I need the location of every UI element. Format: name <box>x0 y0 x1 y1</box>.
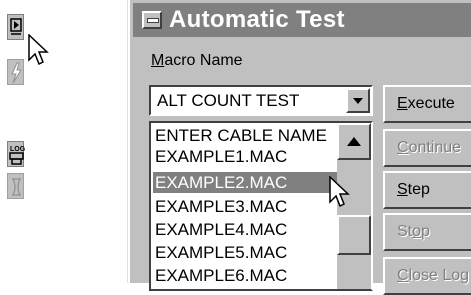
spool-icon <box>12 178 21 196</box>
run-script-icon <box>10 18 22 35</box>
scroll-thumb[interactable] <box>337 215 371 255</box>
continue-label: ontinue <box>408 139 462 156</box>
lightning-icon <box>11 62 22 84</box>
list-item-selected[interactable]: EXAMPLE2.MAC <box>153 172 339 193</box>
macro-name-hotkey: M <box>151 52 165 69</box>
macro-name-label: Macro Name <box>151 52 243 70</box>
log-printer-icon: LOG <box>9 146 25 165</box>
list-item[interactable]: EXAMPLE5.MAC <box>153 242 339 263</box>
spool-button[interactable] <box>7 173 24 199</box>
macro-name-label-text: acro Name <box>164 52 243 69</box>
mouse-pointer-icon <box>28 34 49 66</box>
dropdown-button[interactable] <box>346 88 370 113</box>
title-bar[interactable]: Automatic Test <box>133 3 471 37</box>
execute-button[interactable]: Execute <box>383 85 471 123</box>
step-label: tep <box>407 181 430 198</box>
execute-label: xecute <box>407 95 455 112</box>
scroll-up-button[interactable] <box>337 123 371 160</box>
close-log-button[interactable]: Close Log <box>383 257 471 295</box>
automatic-test-window: Automatic Test Macro Name ALT COUNT TEST… <box>128 0 471 295</box>
run-script-button[interactable] <box>7 14 24 40</box>
list-item[interactable]: EXAMPLE3.MAC <box>153 196 339 217</box>
stop-button[interactable]: Stop <box>383 213 471 251</box>
list-item[interactable]: ENTER CABLE NAME <box>153 125 339 146</box>
step-hotkey: S <box>397 181 408 198</box>
continue-hotkey: C <box>397 139 409 156</box>
close-log-label: lose Log <box>408 267 470 284</box>
system-menu-icon[interactable] <box>142 11 162 29</box>
execute-hotkey: E <box>397 95 408 112</box>
macro-list[interactable]: ENTER CABLE NAME EXAMPLE1.MAC EXAMPLE2.M… <box>149 121 373 291</box>
dropdown-arrow-icon <box>353 98 363 104</box>
list-item[interactable]: EXAMPLE1.MAC <box>153 146 339 167</box>
lightning-button[interactable] <box>7 59 24 85</box>
continue-button[interactable]: Continue <box>383 129 471 167</box>
stop-label-end: p <box>421 223 430 240</box>
log-printer-button[interactable]: LOG <box>7 141 25 167</box>
macro-name-combobox[interactable]: ALT COUNT TEST <box>149 85 373 116</box>
up-arrow-icon <box>347 137 361 146</box>
svg-text:LOG: LOG <box>10 146 25 153</box>
close-log-hotkey: C <box>397 267 409 284</box>
vertical-scrollbar[interactable] <box>337 123 371 289</box>
stop-label-start: St <box>397 223 413 240</box>
macro-name-value: ALT COUNT TEST <box>157 91 300 110</box>
step-button[interactable]: Step <box>383 171 471 209</box>
window-title: Automatic Test <box>169 6 345 33</box>
stop-hotkey: o <box>412 223 422 240</box>
list-item[interactable]: EXAMPLE4.MAC <box>153 219 339 240</box>
